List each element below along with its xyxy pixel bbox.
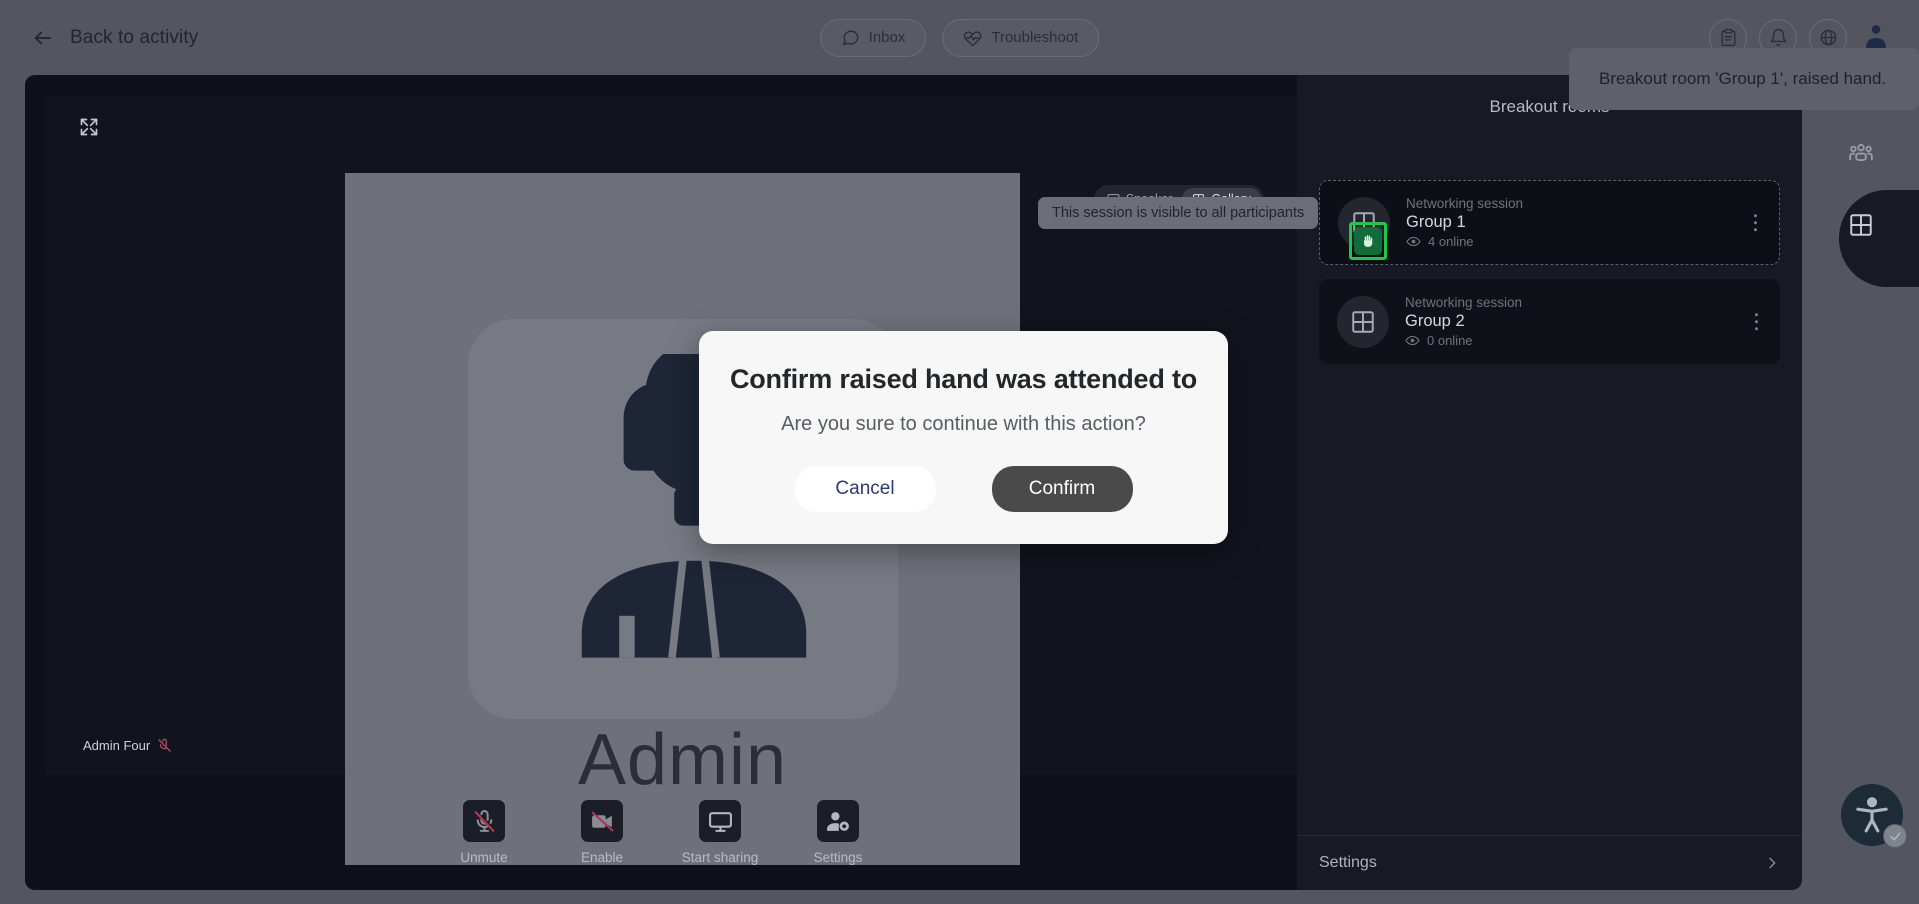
- modal-overlay: Confirm raised hand was attended to Are …: [0, 0, 1919, 904]
- app-root: Back to activity Inbox Troubleshoot Admi…: [0, 0, 1919, 904]
- cancel-button[interactable]: Cancel: [794, 466, 936, 512]
- dialog-actions: Cancel Confirm: [794, 466, 1133, 512]
- dialog-title: Confirm raised hand was attended to: [729, 364, 1198, 394]
- confirm-button[interactable]: Confirm: [991, 466, 1133, 512]
- dialog-subtitle: Are you sure to continue with this actio…: [781, 413, 1146, 435]
- confirm-raised-hand-dialog: Confirm raised hand was attended to Are …: [699, 331, 1228, 544]
